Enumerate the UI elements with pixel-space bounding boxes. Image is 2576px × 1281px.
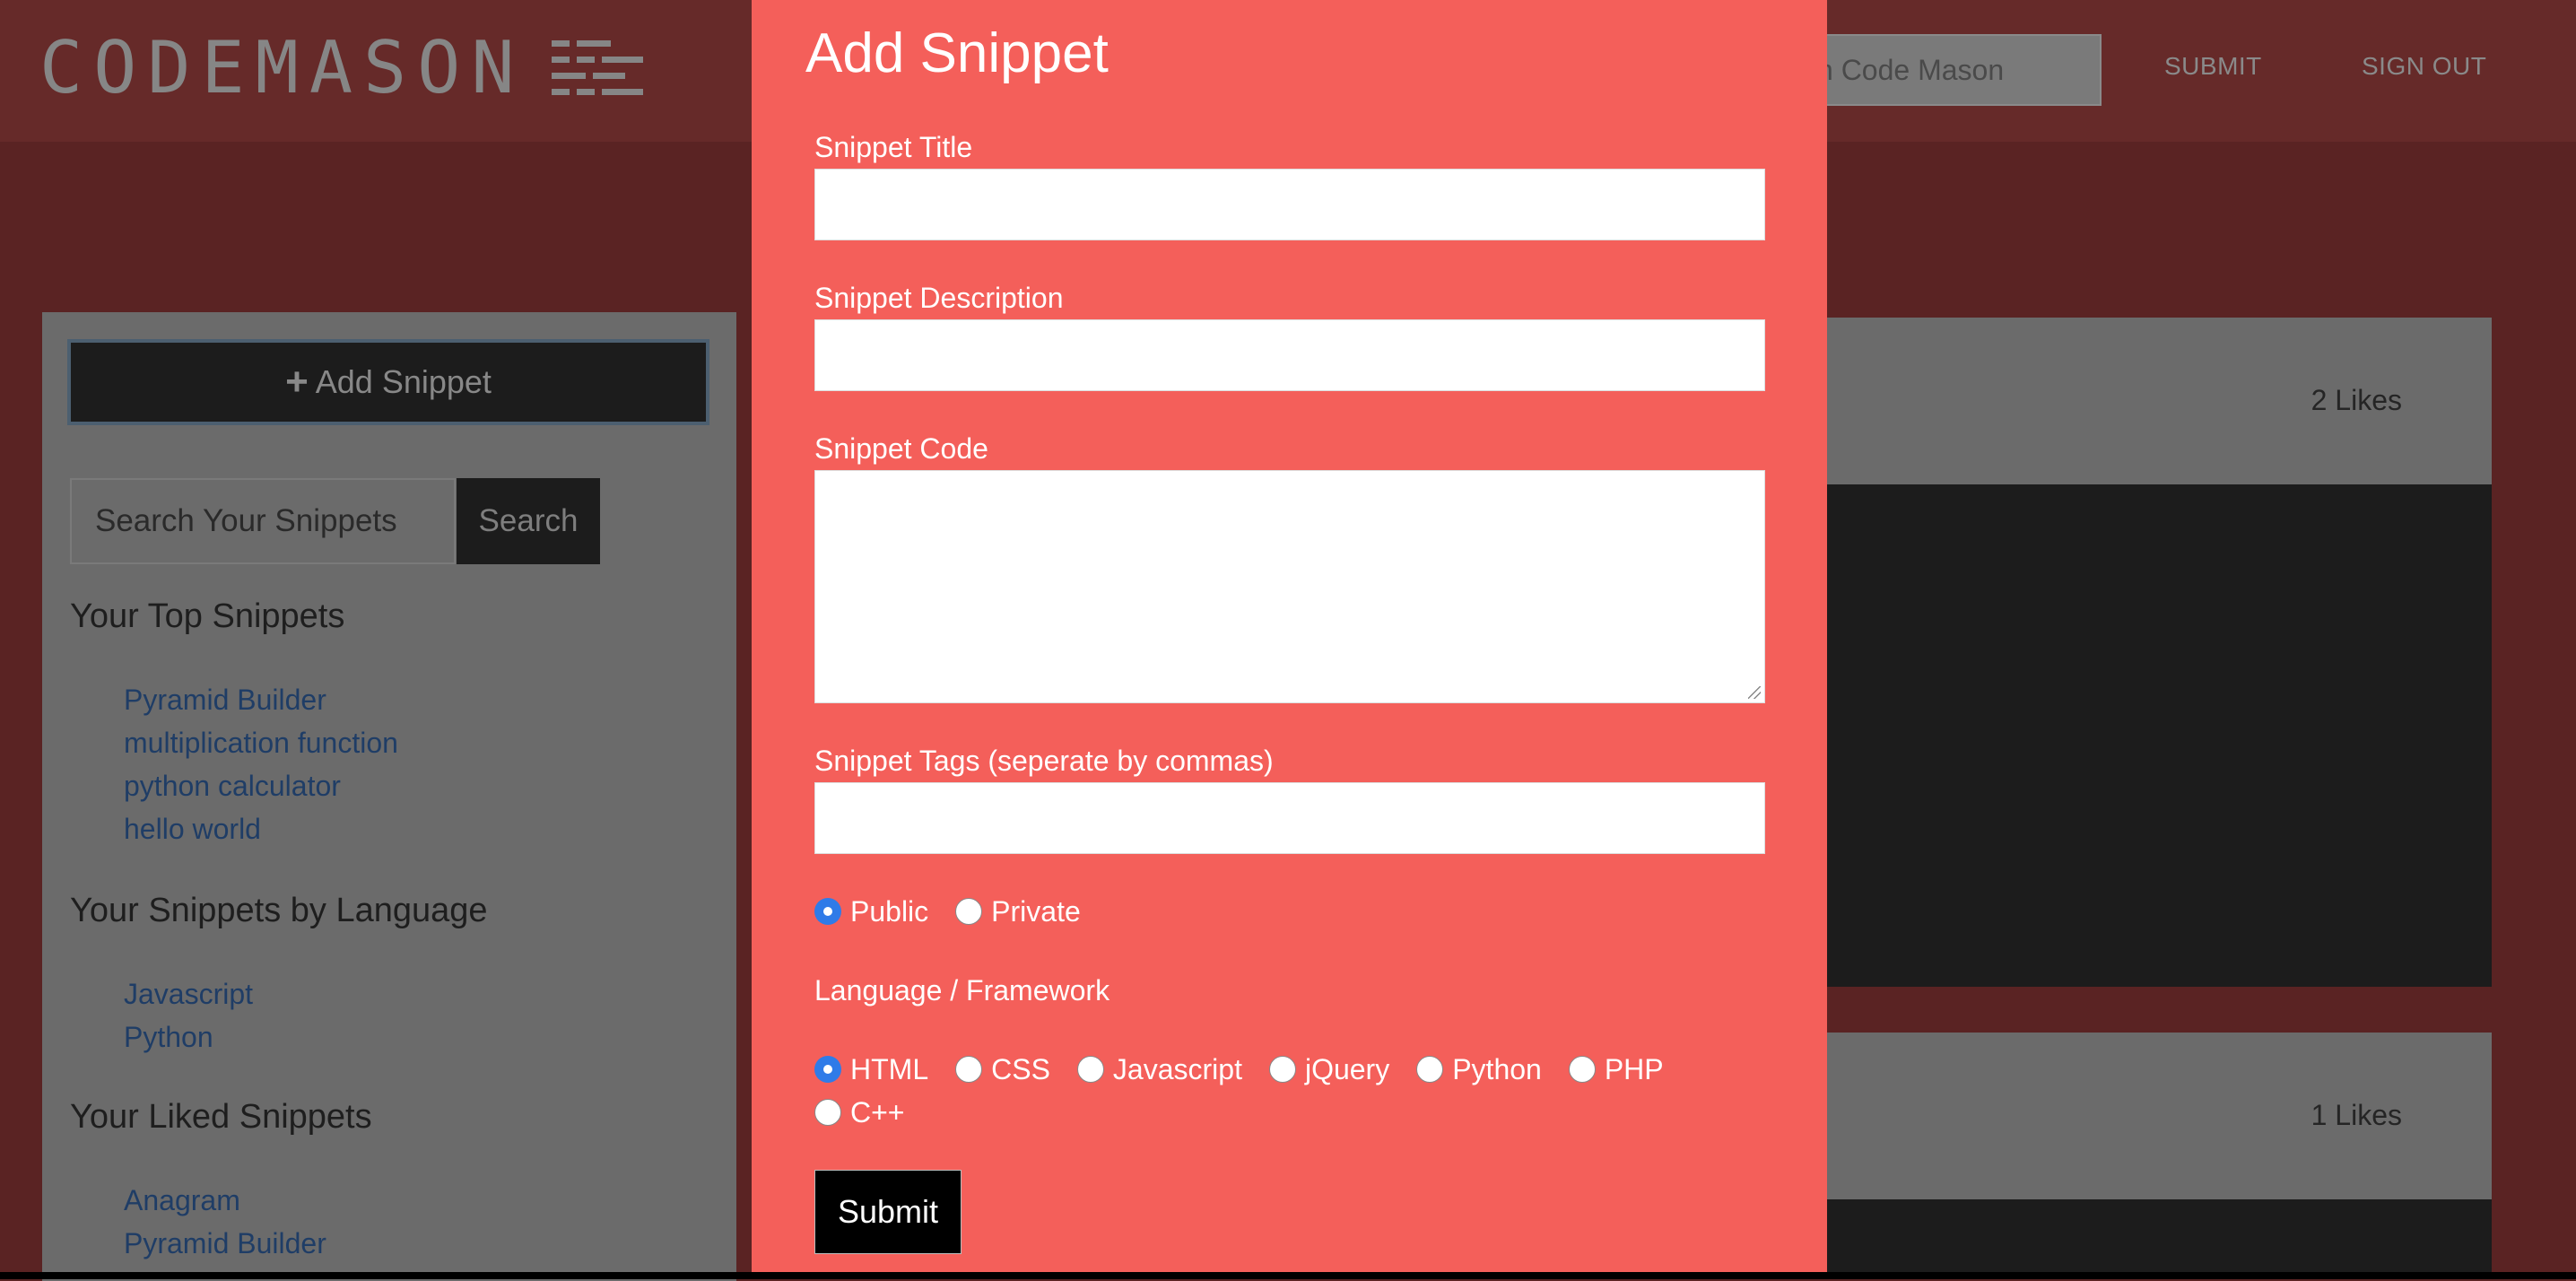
radio-python[interactable]: Python: [1416, 1048, 1542, 1091]
top-snippet-link[interactable]: hello world: [124, 807, 398, 850]
radio-unchecked-icon[interactable]: [1268, 1056, 1296, 1083]
radio-javascript[interactable]: Javascript: [1076, 1048, 1242, 1091]
snippet-card-header: 1 Likes: [1794, 1033, 2492, 1199]
liked-snippets-list: Anagram Pyramid Builder: [124, 1179, 326, 1265]
radio-html[interactable]: HTML: [814, 1048, 928, 1091]
radio-jquery[interactable]: jQuery: [1268, 1048, 1390, 1091]
radio-label: Python: [1452, 1052, 1542, 1085]
radio-unchecked-icon[interactable]: [814, 1099, 841, 1126]
modal-title: Add Snippet: [805, 22, 1109, 84]
radio-unchecked-icon[interactable]: [1416, 1056, 1444, 1083]
likes-count: 2 Likes: [2311, 384, 2402, 416]
snippet-tags-input[interactable]: [814, 782, 1765, 854]
global-search-input[interactable]: ch Code Mason: [1785, 34, 2102, 106]
top-snippet-link[interactable]: Pyramid Builder: [124, 678, 398, 721]
snippet-code-textarea[interactable]: [814, 470, 1765, 703]
snippet-search-input[interactable]: Search Your Snippets: [70, 478, 456, 564]
radio-label: C++: [850, 1095, 905, 1128]
add-snippet-modal: Add Snippet Snippet Title Snippet Descri…: [752, 0, 1827, 1279]
snippet-code-block: [1794, 1199, 2492, 1279]
logo-text: CODEMASON: [39, 25, 526, 109]
language-link[interactable]: Python: [124, 1015, 253, 1059]
radio-checked-icon[interactable]: [814, 1056, 841, 1083]
radio-cpp[interactable]: C++: [814, 1091, 904, 1134]
snippet-card-header: 2 Likes: [1794, 318, 2492, 484]
radio-unchecked-icon[interactable]: [955, 898, 983, 925]
radio-label: Public: [850, 894, 929, 928]
radio-unchecked-icon[interactable]: [1076, 1056, 1104, 1083]
liked-snippet-link[interactable]: Anagram: [124, 1179, 326, 1222]
snippet-title-input[interactable]: [814, 169, 1765, 240]
radio-private[interactable]: Private: [955, 890, 1081, 933]
liked-snippets-heading: Your Liked Snippets: [70, 1098, 372, 1136]
radio-unchecked-icon[interactable]: [955, 1056, 983, 1083]
radio-css[interactable]: CSS: [955, 1048, 1050, 1091]
radio-label: Javascript: [1112, 1052, 1242, 1085]
resize-handle-icon[interactable]: [1748, 686, 1761, 699]
snippet-tags-label: Snippet Tags (seperate by commas): [814, 745, 1274, 777]
radio-unchecked-icon[interactable]: [1568, 1056, 1596, 1083]
nav-submit-link[interactable]: SUBMIT: [2164, 52, 2262, 81]
language-heading: Your Snippets by Language: [70, 892, 488, 929]
top-snippet-link[interactable]: multiplication function: [124, 721, 398, 764]
codemason-logo[interactable]: CODEMASON: [39, 25, 644, 109]
likes-count: 1 Likes: [2311, 1099, 2402, 1131]
snippet-description-label: Snippet Description: [814, 282, 1064, 314]
radio-label: HTML: [850, 1052, 929, 1085]
language-list: Javascript Python: [124, 972, 253, 1059]
top-snippets-heading: Your Top Snippets: [70, 597, 345, 635]
snippet-search-button[interactable]: Search: [457, 478, 600, 564]
snippet-title-label: Snippet Title: [814, 131, 973, 163]
radio-php[interactable]: PHP: [1568, 1048, 1664, 1091]
add-snippet-label: Add Snippet: [315, 363, 492, 400]
radio-label: Private: [991, 894, 1081, 928]
plus-icon: +: [285, 360, 309, 404]
snippet-code-block: [1794, 484, 2492, 987]
liked-snippet-link[interactable]: Pyramid Builder: [124, 1222, 326, 1265]
sidebar: + Add Snippet Search Your Snippets Searc…: [42, 312, 736, 1281]
logo-bars-icon: [552, 39, 644, 95]
bottom-edge-divider: [0, 1272, 2576, 1279]
radio-label: jQuery: [1304, 1052, 1390, 1085]
submit-snippet-button[interactable]: Submit: [814, 1170, 962, 1254]
language-framework-label: Language / Framework: [814, 974, 1110, 1006]
snippet-code-label: Snippet Code: [814, 432, 988, 465]
snippet-description-input[interactable]: [814, 319, 1765, 391]
radio-public[interactable]: Public: [814, 890, 928, 933]
radio-checked-icon[interactable]: [814, 898, 841, 925]
add-snippet-button[interactable]: + Add Snippet: [67, 339, 709, 425]
language-radio-group: HTML CSS Javascript jQuery Python PHP C+…: [814, 1048, 1711, 1134]
nav-sign-out-link[interactable]: SIGN OUT: [2362, 52, 2486, 81]
radio-label: PHP: [1604, 1052, 1664, 1085]
radio-label: CSS: [991, 1052, 1050, 1085]
visibility-radio-group: Public Private: [814, 890, 1108, 933]
language-link[interactable]: Javascript: [124, 972, 253, 1015]
top-snippet-link[interactable]: python calculator: [124, 764, 398, 807]
top-snippets-list: Pyramid Builder multiplication function …: [124, 678, 398, 850]
